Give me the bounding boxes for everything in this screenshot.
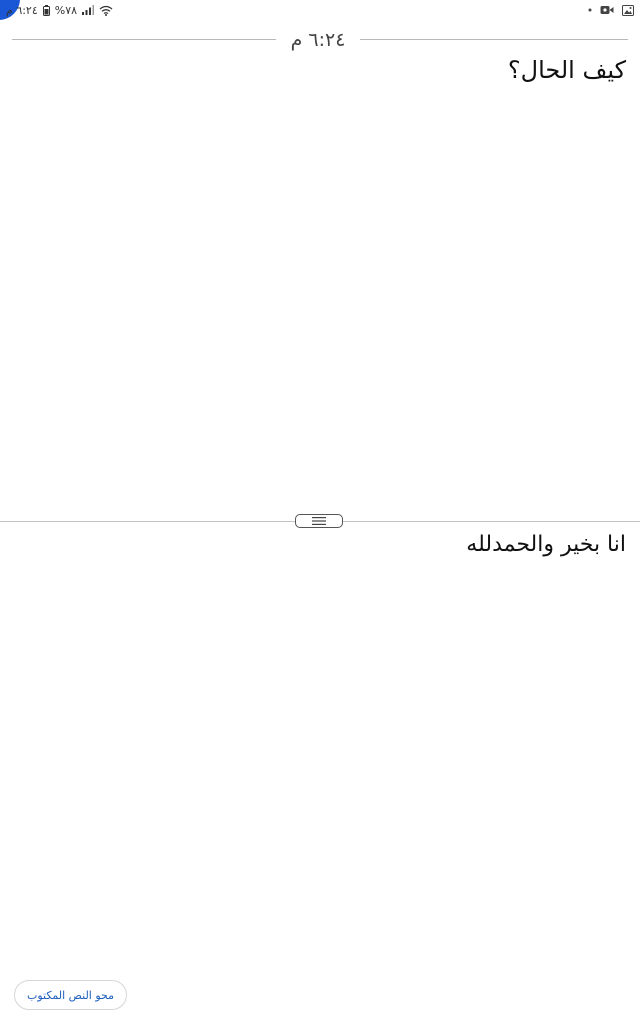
status-right-group [588,2,634,18]
gallery-icon [622,4,634,16]
message-timestamp: ٦:٢٤ م [290,29,346,51]
clear-text-button[interactable]: محو النص المكتوب [14,980,127,1010]
wifi-icon [99,5,113,16]
battery-percent: %٧٨ [54,3,78,17]
battery-icon [42,4,50,16]
signal-icon [82,5,95,15]
timestamp-divider: ٦:٢٤ م [12,28,628,52]
status-left-group: ٦:٢٤ م %٧٨ [6,2,113,18]
conversation-screen: ٦:٢٤ م %٧٨ ٦:٢٤ م كيف الحال؟ انا بخير وا… [0,0,640,1024]
status-time: ٦:٢٤ م [6,3,38,17]
panel-drag-handle[interactable] [295,514,343,528]
status-bar: ٦:٢٤ م %٧٨ [0,0,640,20]
menu-lines-icon [312,517,326,525]
top-panel-text: كيف الحال؟ [507,56,626,84]
dot-icon [588,8,592,12]
bottom-panel-text: انا بخير والحمدلله [466,532,626,557]
divider-line [360,39,628,40]
divider-line [12,39,276,40]
video-icon [600,5,614,15]
